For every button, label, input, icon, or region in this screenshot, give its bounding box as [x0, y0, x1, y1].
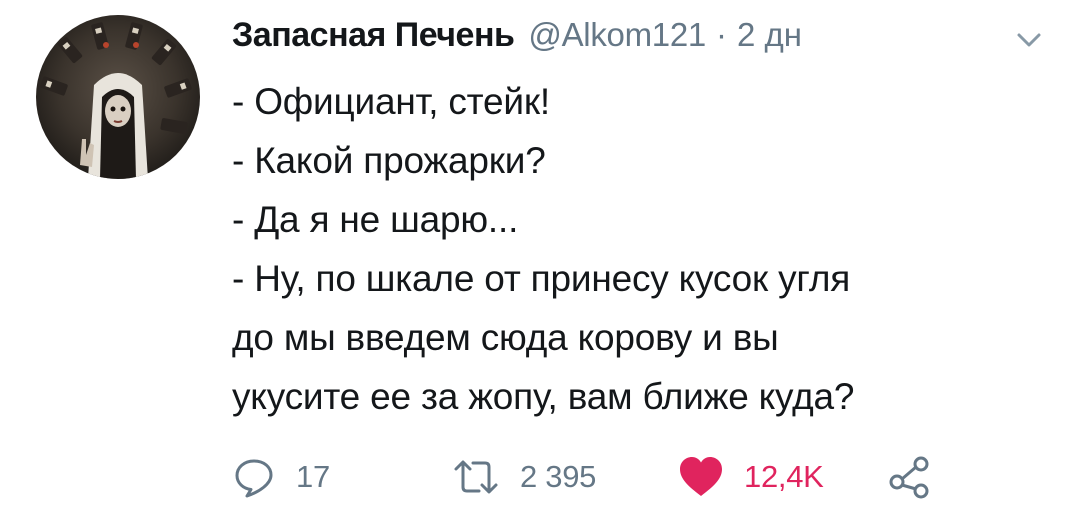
- tweet-text-line: укусите ее за жопу, вам ближе куда?: [232, 376, 855, 417]
- retweet-button[interactable]: 2 395: [452, 455, 596, 499]
- header-separator: ·: [715, 16, 727, 53]
- tweet: Запасная Печень @Alkom121 · 2 дн - Офици…: [0, 0, 1080, 529]
- like-button[interactable]: 12,4K: [678, 455, 824, 499]
- avatar[interactable]: [36, 15, 200, 179]
- tweet-text-line: - Официант, стейк!: [232, 81, 550, 122]
- reply-count: 17: [296, 459, 330, 494]
- tweet-menu-button[interactable]: [1014, 30, 1044, 50]
- tweet-text: - Официант, стейк! - Какой прожарки? - Д…: [232, 72, 1032, 426]
- user-avatar-icon: [36, 15, 200, 179]
- tweet-text-line: - Ну, по шкале от принесу кусок угля: [232, 258, 851, 299]
- share-button[interactable]: [888, 455, 932, 499]
- author-handle[interactable]: @Alkom121: [528, 16, 706, 54]
- tweet-timestamp[interactable]: 2 дн: [737, 16, 802, 54]
- tweet-actions: 17 2 395 12,4K: [232, 455, 952, 499]
- heart-icon: [680, 457, 722, 496]
- chevron-down-icon: [1017, 33, 1041, 47]
- retweet-icon: [454, 460, 498, 494]
- tweet-text-line: до мы введем сюда корову и вы: [232, 317, 779, 358]
- tweet-header: Запасная Печень @Alkom121 · 2 дн: [232, 16, 802, 60]
- reply-button[interactable]: 17: [232, 455, 330, 499]
- reply-icon: [235, 459, 273, 498]
- author-display-name[interactable]: Запасная Печень: [232, 16, 515, 55]
- retweet-count: 2 395: [520, 459, 597, 494]
- share-icon: [889, 456, 929, 499]
- tweet-text-line: - Да я не шарю...: [232, 199, 519, 240]
- tweet-text-line: - Какой прожарки?: [232, 140, 546, 181]
- like-count: 12,4K: [744, 459, 824, 494]
